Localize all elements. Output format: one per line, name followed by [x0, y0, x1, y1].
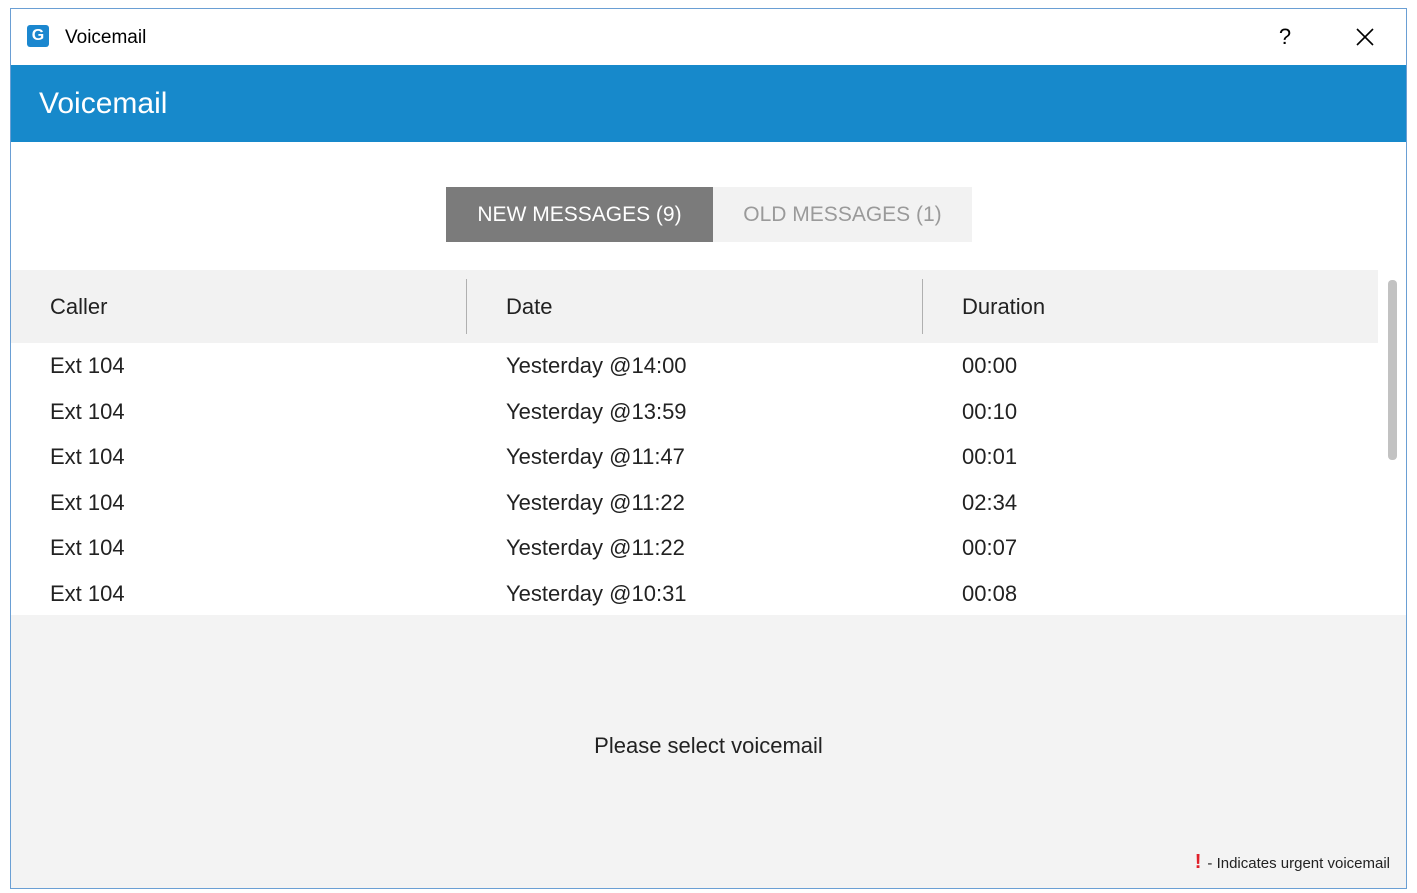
duration-cell: 00:01 [962, 444, 1018, 470]
window-title: Voicemail [65, 27, 147, 48]
table-row[interactable]: Ext 104 Yesterday @13:59 00:10 [11, 389, 1378, 435]
duration-cell: 00:07 [962, 535, 1018, 561]
duration-cell: 00:10 [962, 398, 1018, 424]
caller-cell: Ext 104 [50, 580, 125, 606]
date-cell: Yesterday @11:22 [506, 489, 685, 515]
tab-new-messages[interactable]: NEW MESSAGES (9) [446, 187, 713, 242]
duration-cell: 02:34 [962, 489, 1018, 515]
table-row[interactable]: Ext 104 Yesterday @10:31 00:08 [11, 571, 1378, 615]
scrollbar-thumb[interactable] [1388, 280, 1397, 460]
caller-cell: Ext 104 [50, 398, 125, 424]
table-row[interactable]: Ext 104 Yesterday @14:00 00:00 [11, 343, 1378, 389]
table-header: Caller Date Duration [11, 270, 1378, 343]
voicemail-detail-panel: Please select voicemail ! - Indicates urg… [11, 615, 1406, 888]
caller-cell: Ext 104 [50, 444, 125, 470]
title-bar: G Voicemail ? [11, 9, 1406, 65]
urgent-legend-text: - Indicates urgent voicemail [1207, 855, 1390, 872]
message-tabs: NEW MESSAGES (9) OLD MESSAGES (1) [446, 187, 972, 242]
date-cell: Yesterday @11:22 [506, 535, 685, 561]
caller-cell: Ext 104 [50, 535, 125, 561]
column-header-duration[interactable]: Duration [962, 270, 1045, 343]
date-cell: Yesterday @10:31 [506, 580, 687, 606]
duration-cell: 00:00 [962, 353, 1018, 378]
table-row[interactable]: Ext 104 Yesterday @11:47 00:01 [11, 434, 1378, 480]
help-button[interactable]: ? [1267, 21, 1303, 53]
date-cell: Yesterday @11:47 [506, 444, 685, 470]
close-button[interactable] [1347, 21, 1383, 53]
urgent-legend: ! - Indicates urgent voicemail [1195, 851, 1390, 874]
list-scrollbar[interactable] [1378, 270, 1406, 615]
date-cell: Yesterday @13:59 [506, 398, 687, 424]
voicemail-list: Ext 104 Yesterday @14:00 00:00 Ext 104 Y… [11, 343, 1378, 615]
app-logo-icon: G [27, 25, 49, 47]
table-row[interactable]: Ext 104 Yesterday @11:22 00:07 [11, 525, 1378, 571]
column-divider[interactable] [922, 279, 923, 334]
column-header-caller[interactable]: Caller [50, 270, 107, 343]
caller-cell: Ext 104 [50, 489, 125, 515]
page-title: Voicemail [39, 87, 168, 120]
tab-old-messages[interactable]: OLD MESSAGES (1) [713, 187, 972, 242]
column-header-date[interactable]: Date [506, 270, 552, 343]
column-divider[interactable] [466, 279, 467, 334]
table-row[interactable]: Ext 104 Yesterday @11:22 02:34 [11, 480, 1378, 526]
voicemail-window: G Voicemail ? Voicemail NEW MESSAGES (9)… [10, 8, 1407, 889]
select-voicemail-message: Please select voicemail [594, 733, 823, 758]
caller-cell: Ext 104 [50, 353, 125, 378]
duration-cell: 00:08 [962, 580, 1018, 606]
date-cell: Yesterday @14:00 [506, 353, 687, 378]
urgent-icon: ! [1194, 851, 1202, 873]
page-header: Voicemail [11, 65, 1406, 142]
close-icon [1356, 28, 1374, 46]
